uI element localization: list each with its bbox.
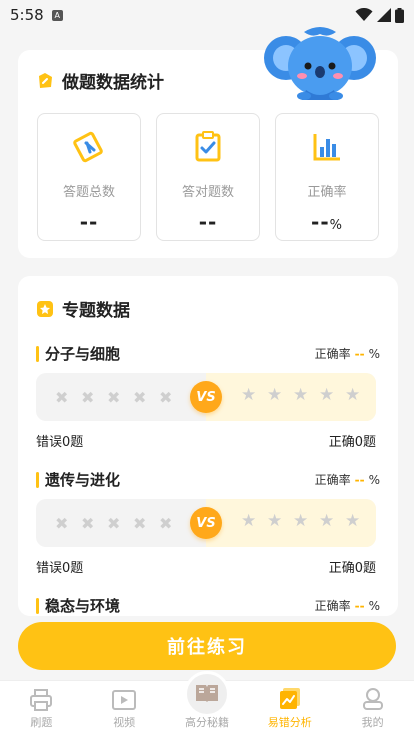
topic-name-text: 遗传与进化: [45, 471, 121, 489]
status-time: 5:58: [10, 6, 44, 24]
star-icon: ★: [319, 385, 335, 405]
topic-meta: 错误0题 正确0题: [36, 557, 376, 576]
star-icon: ★: [267, 511, 283, 531]
topic-accent-bar: [36, 345, 39, 362]
stat-answer-total: 答题总数 --: [37, 113, 141, 241]
koala-mascot-icon: [258, 27, 376, 104]
topic-rate-value: --: [354, 347, 365, 361]
tab-profile[interactable]: 我的: [331, 681, 414, 736]
overview-title: 做题数据统计: [62, 73, 164, 93]
topic-vs-track: ✖ ✖ ✖ ✖ ✖ VS ★ ★ ★ ★ ★: [36, 499, 376, 547]
topic-rate-label: 正确率: [314, 599, 351, 613]
topic-rate: 正确率 --%: [315, 597, 380, 614]
topic-correct-count: 正确0题: [328, 435, 376, 450]
star-icon: ★: [293, 511, 309, 531]
tab-label: 刷题: [30, 716, 53, 729]
tab-error-analysis[interactable]: 易错分析: [248, 681, 331, 736]
wrong-mark-icon: ✖: [55, 388, 69, 407]
accuracy-chart-icon: [313, 134, 340, 161]
tab-video[interactable]: 视频: [83, 681, 166, 736]
signal-icon: [377, 8, 391, 22]
topic-name-text: 稳态与环境: [45, 597, 121, 615]
vs-badge: VS: [190, 381, 222, 413]
topic-item[interactable]: 遗传与进化 正确率 --% ✖ ✖ ✖ ✖ ✖ VS ★ ★ ★ ★ ★ 错误0题…: [36, 469, 380, 579]
star-icon: ★: [345, 511, 361, 531]
tab-bar: 刷题 视频 高分秘籍 易错分析 我的: [0, 671, 414, 736]
topic-wrong-count: 错误0题: [36, 561, 84, 576]
sim-icon: A: [51, 9, 63, 21]
topic-rate-value: --: [354, 473, 365, 487]
wrong-mark-icon: ✖: [81, 388, 95, 407]
wrong-mark-icon: ✖: [133, 514, 147, 533]
book-icon: [195, 684, 218, 702]
printer-icon: [30, 689, 53, 711]
star-icon: ★: [293, 385, 309, 405]
topic-rate-unit: %: [368, 599, 380, 613]
star-icon: ★: [241, 385, 257, 405]
topic-name: 稳态与环境: [36, 595, 120, 616]
stat-label: 答对题数: [181, 185, 234, 200]
wrong-mark-icon: ✖: [107, 388, 121, 407]
wrong-mark-icon: ✖: [133, 388, 147, 407]
battery-icon: [395, 7, 404, 23]
stat-correct-count: 答对题数 --: [156, 113, 260, 241]
topic-item[interactable]: 稳态与环境 正确率 --%: [36, 595, 380, 616]
topic-meta: 错误0题 正确0题: [36, 431, 376, 450]
tab-practice[interactable]: 刷题: [0, 681, 83, 736]
tag-icon: [39, 72, 52, 88]
correct-count-icon: [195, 131, 221, 162]
vs-badge: VS: [190, 507, 222, 539]
star-icon: ★: [345, 385, 361, 405]
stat-accuracy: 正确率 --%: [275, 113, 379, 241]
topic-rate-label: 正确率: [314, 347, 351, 361]
stat-value-unit: %: [329, 218, 343, 233]
stat-label: 答题总数: [62, 185, 115, 200]
topic-rate-label: 正确率: [314, 473, 351, 487]
video-icon: [112, 690, 137, 710]
stat-value: --: [198, 210, 218, 234]
tab-label: 易错分析: [267, 716, 312, 729]
star-icon: ★: [241, 511, 257, 531]
answer-total-icon: [73, 131, 103, 163]
stat-value-number: --: [311, 210, 330, 234]
star-icon: ★: [319, 511, 335, 531]
wrong-mark-icon: ✖: [55, 514, 69, 533]
star-icon: ★: [267, 385, 283, 405]
stat-label: 正确率: [307, 185, 347, 200]
topic-name-text: 分子与细胞: [45, 345, 121, 363]
topic-rate-unit: %: [368, 347, 380, 361]
tab-label: 我的: [361, 716, 384, 729]
topic-rate-unit: %: [368, 473, 380, 487]
topic-item[interactable]: 分子与细胞 正确率 --% ✖ ✖ ✖ ✖ ✖ VS ★ ★ ★ ★ ★ 错误0题…: [36, 343, 380, 453]
stat-value: --: [79, 210, 99, 234]
badge-icon: [37, 300, 53, 317]
practice-button[interactable]: 前往练习: [18, 622, 396, 670]
topics-card: 专题数据 分子与细胞 正确率 --% ✖ ✖ ✖ ✖ ✖ VS ★ ★ ★ ★ ★…: [18, 276, 398, 616]
topic-rate: 正确率 --%: [315, 471, 380, 488]
wrong-mark-icon: ✖: [159, 388, 173, 407]
overview-header: 做题数据统计: [36, 68, 164, 93]
wrong-mark-icon: ✖: [159, 514, 173, 533]
topic-name: 遗传与进化: [36, 469, 120, 490]
topic-accent-bar: [36, 471, 39, 488]
topics-header: 专题数据: [36, 296, 130, 321]
tab-label: 视频: [113, 716, 136, 729]
topics-title: 专题数据: [62, 301, 130, 321]
wrong-mark-icon: ✖: [107, 514, 121, 533]
wrong-mark-icon: ✖: [81, 514, 95, 533]
topic-correct-count: 正确0题: [328, 561, 376, 576]
tab-secrets[interactable]: 高分秘籍: [166, 671, 249, 736]
analysis-icon: [279, 688, 300, 709]
wifi-icon: [355, 8, 373, 21]
center-tab-circle: [183, 671, 230, 717]
topic-rate: 正确率 --%: [315, 345, 380, 362]
topic-name: 分子与细胞: [36, 343, 120, 364]
topic-rate-value: --: [354, 599, 365, 613]
topic-wrong-count: 错误0题: [36, 435, 84, 450]
topic-vs-track: ✖ ✖ ✖ ✖ ✖ VS ★ ★ ★ ★ ★: [36, 373, 376, 421]
topic-accent-bar: [36, 597, 39, 614]
profile-icon: [362, 688, 383, 710]
stat-value: --%: [276, 210, 378, 234]
